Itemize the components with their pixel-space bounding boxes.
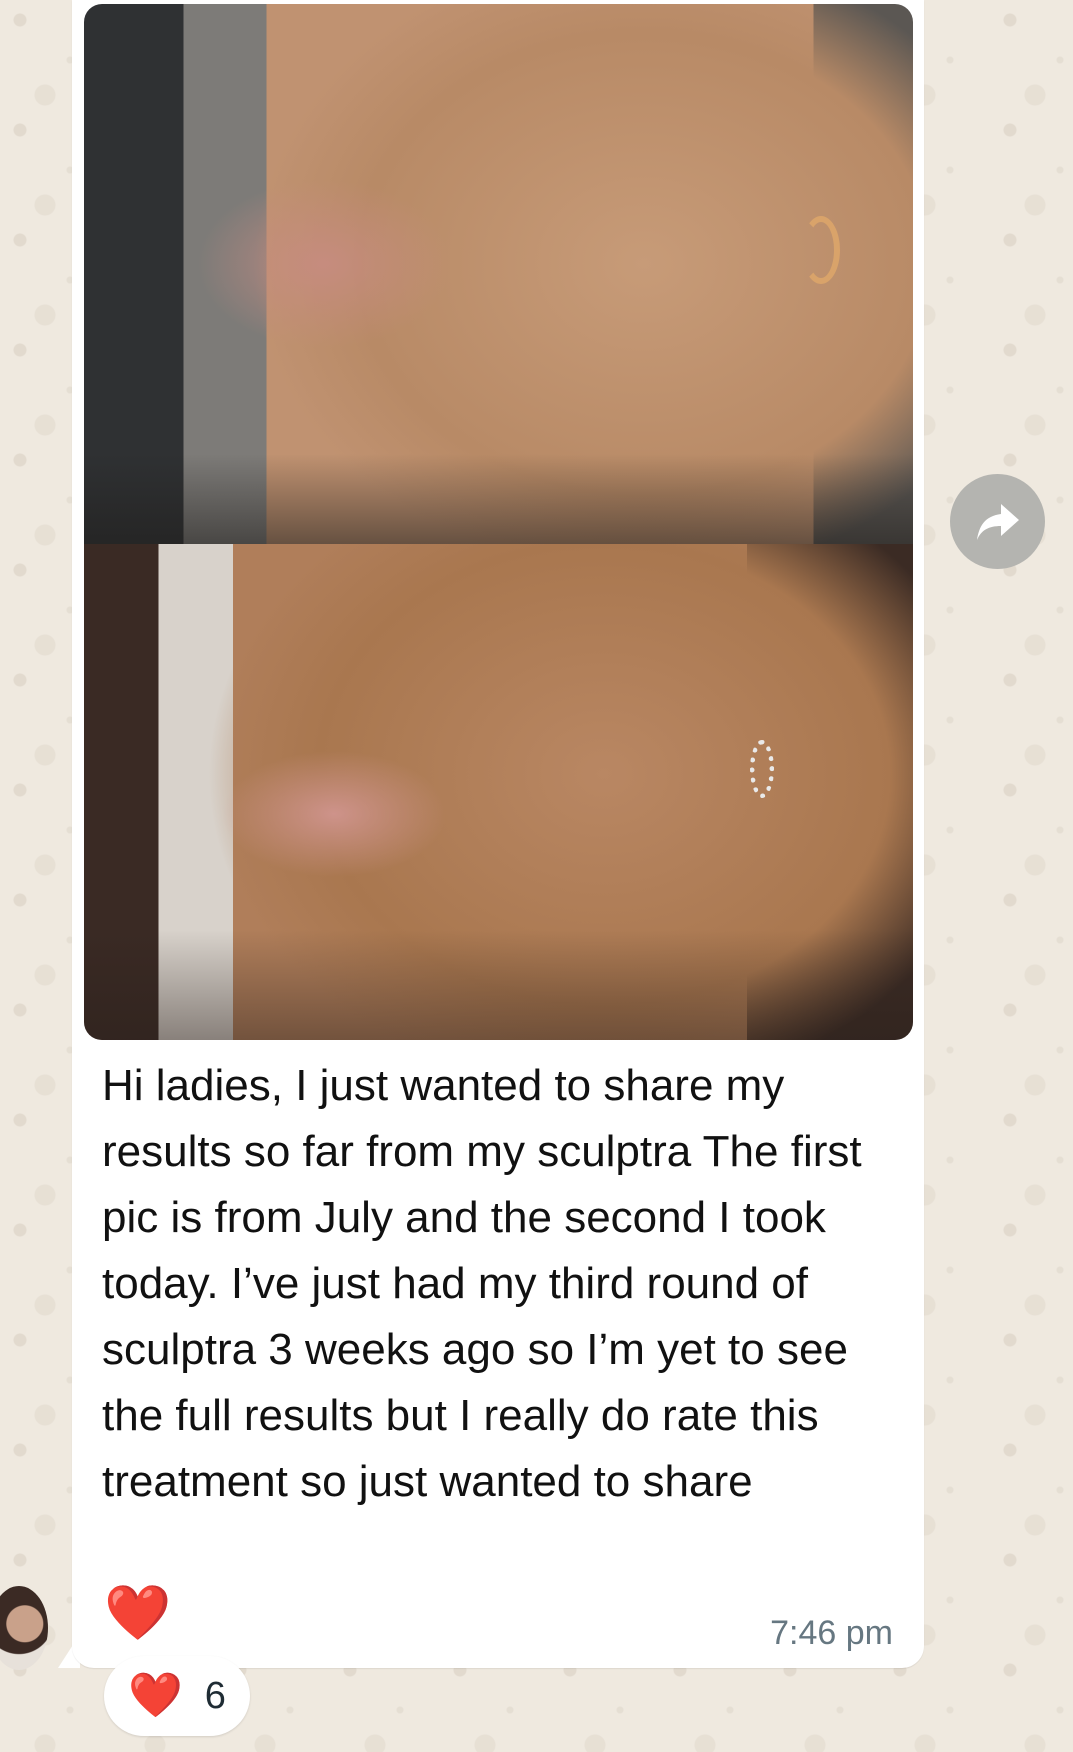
forward-arrow-icon bbox=[976, 503, 1019, 540]
forward-button[interactable] bbox=[950, 474, 1045, 569]
message-text: Hi ladies, I just wanted to share my res… bbox=[102, 1061, 862, 1506]
message-timestamp: 7:46 pm bbox=[770, 1614, 893, 1652]
heart-emoji: ❤️ bbox=[104, 1583, 172, 1643]
photo-shade bbox=[84, 454, 913, 544]
silver-earring bbox=[750, 740, 774, 798]
heart-reaction-icon: ❤️ bbox=[128, 1671, 183, 1720]
photo-shade bbox=[84, 930, 913, 1040]
after-photo[interactable] bbox=[84, 544, 913, 1040]
gold-earring bbox=[802, 216, 840, 284]
before-photo[interactable] bbox=[84, 4, 913, 544]
reaction-count: 6 bbox=[204, 1674, 226, 1717]
reactions-pill[interactable]: ❤️ 6 bbox=[104, 1656, 250, 1736]
